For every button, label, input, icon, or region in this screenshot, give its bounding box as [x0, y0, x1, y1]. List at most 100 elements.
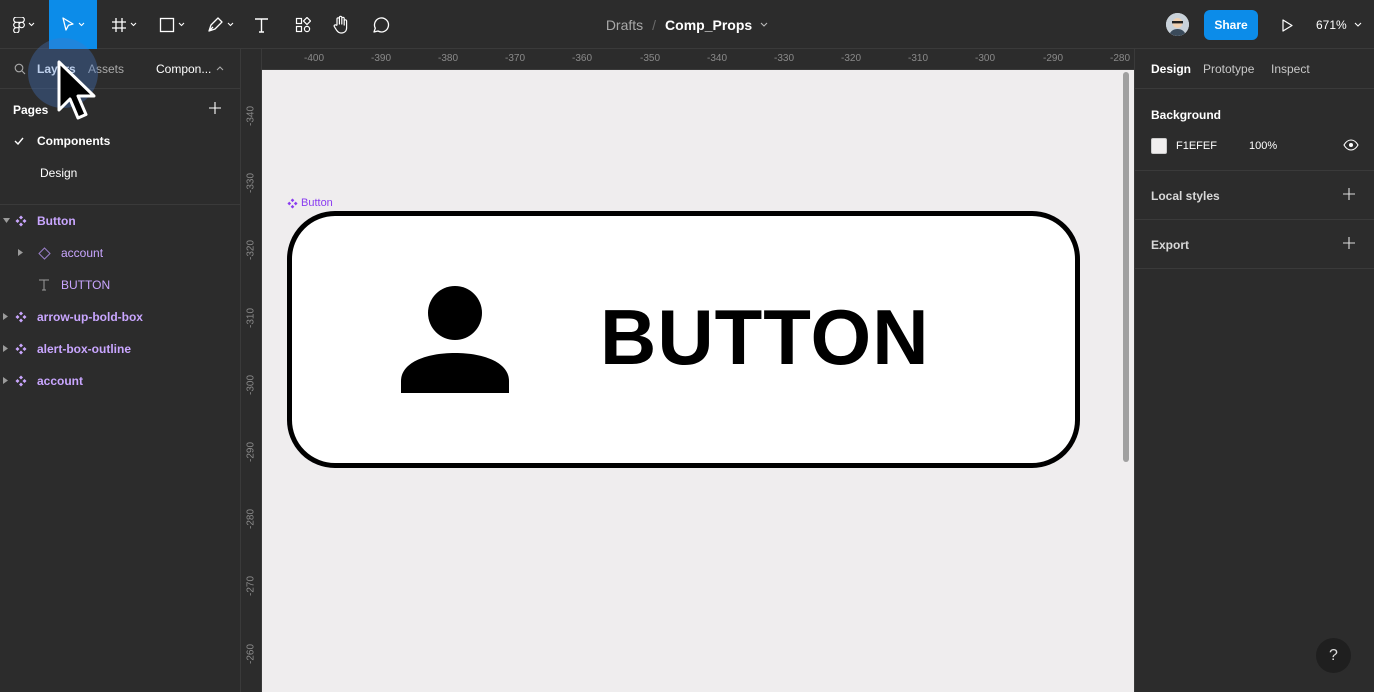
button-text[interactable]: BUTTON: [600, 292, 930, 382]
move-arrow-icon: [62, 16, 74, 31]
caret-right-icon[interactable]: [3, 345, 9, 352]
layer-label: Button: [37, 214, 76, 228]
page-item-label: Components: [37, 134, 111, 148]
canvas-scrollbar[interactable]: [1123, 72, 1129, 462]
ruler-tick-label: -370: [504, 53, 526, 64]
resources-icon: [295, 16, 311, 32]
background-color-swatch[interactable]: [1151, 138, 1167, 154]
ruler-tick-label: -320: [840, 53, 862, 64]
tab-prototype[interactable]: Prototype: [1203, 62, 1254, 76]
mouse-cursor-icon: [57, 60, 96, 120]
ruler-tick-label: -260: [245, 643, 257, 665]
component-icon: [15, 311, 27, 323]
background-opacity-input[interactable]: 100%: [1249, 140, 1277, 152]
chevron-down-icon: [227, 22, 233, 27]
ruler-tick-label: -300: [245, 374, 257, 396]
shape-tool-button[interactable]: [152, 0, 192, 49]
comment-icon: [373, 16, 390, 33]
ruler-tick-label: -330: [773, 53, 795, 64]
page-item-label: Design: [40, 166, 78, 180]
layer-label: BUTTON: [61, 278, 111, 292]
zoom-dropdown[interactable]: 671%: [1316, 0, 1362, 49]
hand-tool-button[interactable]: [328, 0, 354, 49]
tab-design[interactable]: Design: [1151, 62, 1191, 76]
layer-account[interactable]: account: [0, 365, 240, 397]
layer-alert-box-outline[interactable]: alert-box-outline: [0, 333, 240, 365]
hand-icon: [333, 15, 348, 34]
layer-label: account: [61, 246, 104, 260]
tab-inspect[interactable]: Inspect: [1271, 62, 1310, 76]
chevron-up-icon[interactable]: [216, 66, 224, 71]
ruler-tick-label: -400: [303, 53, 325, 64]
layer-text-button[interactable]: BUTTON: [0, 269, 240, 301]
ruler-tick-label: -340: [245, 105, 257, 127]
caret-right-icon[interactable]: [18, 249, 24, 256]
export-heading: Export: [1151, 238, 1190, 252]
help-button[interactable]: ?: [1316, 638, 1351, 673]
layer-label: arrow-up-bold-box: [37, 310, 143, 324]
ruler-tick-label: -290: [1042, 53, 1064, 64]
top-toolbar: Drafts / Comp_Props Share 671%: [0, 0, 1374, 49]
component-icon: [15, 343, 27, 355]
account-icon[interactable]: [401, 285, 511, 395]
comment-tool-button[interactable]: [368, 0, 394, 49]
ruler-tick-label: -350: [639, 53, 661, 64]
present-button[interactable]: [1276, 14, 1298, 36]
figma-logo-icon: [13, 16, 25, 33]
ruler-tick-label: -300: [974, 53, 996, 64]
ruler-tick-label: -290: [245, 441, 257, 463]
instance-icon: [38, 247, 51, 260]
page-item-components[interactable]: Components: [0, 125, 240, 157]
right-panel-tabs: Design Prototype Inspect: [1135, 49, 1374, 89]
ruler-tick-label: -340: [706, 53, 728, 64]
add-export-icon[interactable]: [1343, 237, 1355, 249]
search-icon[interactable]: [14, 63, 26, 75]
ruler-tick-label: -270: [245, 575, 257, 597]
ruler-tick-label: -390: [370, 53, 392, 64]
background-section: [1135, 90, 1374, 171]
ruler-tick-label: -280: [245, 508, 257, 530]
component-frame-label[interactable]: Button: [287, 197, 333, 209]
avatar[interactable]: [1166, 13, 1189, 36]
layer-label: alert-box-outline: [37, 342, 132, 356]
chevron-down-icon[interactable]: [760, 22, 768, 27]
right-panel: Design Prototype Inspect Background F1EF…: [1134, 49, 1374, 692]
ruler-tick-label: -280: [1109, 53, 1131, 64]
background-hex-input[interactable]: F1EFEF: [1176, 140, 1217, 152]
pages-heading: Pages: [13, 103, 49, 117]
caret-right-icon[interactable]: [3, 377, 9, 384]
layer-button[interactable]: Button: [0, 205, 240, 237]
page-item-design[interactable]: Design: [0, 157, 240, 189]
caret-right-icon[interactable]: [3, 313, 9, 320]
frame-tool-button[interactable]: [104, 0, 144, 49]
zoom-level: 671%: [1316, 17, 1347, 32]
play-icon: [1281, 18, 1293, 32]
layer-account-instance[interactable]: account: [0, 237, 240, 269]
ruler-horizontal: -400 -390 -380 -370 -360 -350 -340 -330 …: [262, 49, 1134, 70]
eye-icon[interactable]: [1343, 139, 1359, 151]
page-selector[interactable]: Compon...: [156, 62, 211, 76]
add-style-icon[interactable]: [1343, 188, 1355, 200]
figma-menu-button[interactable]: [6, 0, 42, 49]
chevron-down-icon: [78, 22, 85, 27]
add-page-icon[interactable]: [209, 102, 221, 114]
text-layer-icon: [39, 279, 49, 291]
local-styles-heading: Local styles: [1151, 189, 1220, 203]
breadcrumb-drafts[interactable]: Drafts: [606, 17, 643, 33]
file-name[interactable]: Comp_Props: [665, 17, 752, 33]
ruler-tick-label: -330: [245, 172, 257, 194]
share-button[interactable]: Share: [1204, 10, 1258, 40]
resources-tool-button[interactable]: [290, 0, 316, 49]
pen-tool-button[interactable]: [200, 0, 240, 49]
caret-down-icon[interactable]: [3, 218, 10, 224]
layer-label: account: [37, 374, 84, 388]
text-icon: [254, 17, 268, 33]
frame-icon: [112, 17, 126, 32]
ruler-vertical: -340 -330 -320 -310 -300 -290 -280 -270 …: [241, 49, 262, 692]
chevron-down-icon: [1354, 22, 1362, 27]
ruler-tick-label: -310: [245, 307, 257, 329]
background-heading: Background: [1151, 108, 1222, 122]
layer-arrow-up-bold-box[interactable]: arrow-up-bold-box: [0, 301, 240, 333]
breadcrumb-separator: /: [652, 16, 657, 33]
text-tool-button[interactable]: [248, 0, 274, 49]
